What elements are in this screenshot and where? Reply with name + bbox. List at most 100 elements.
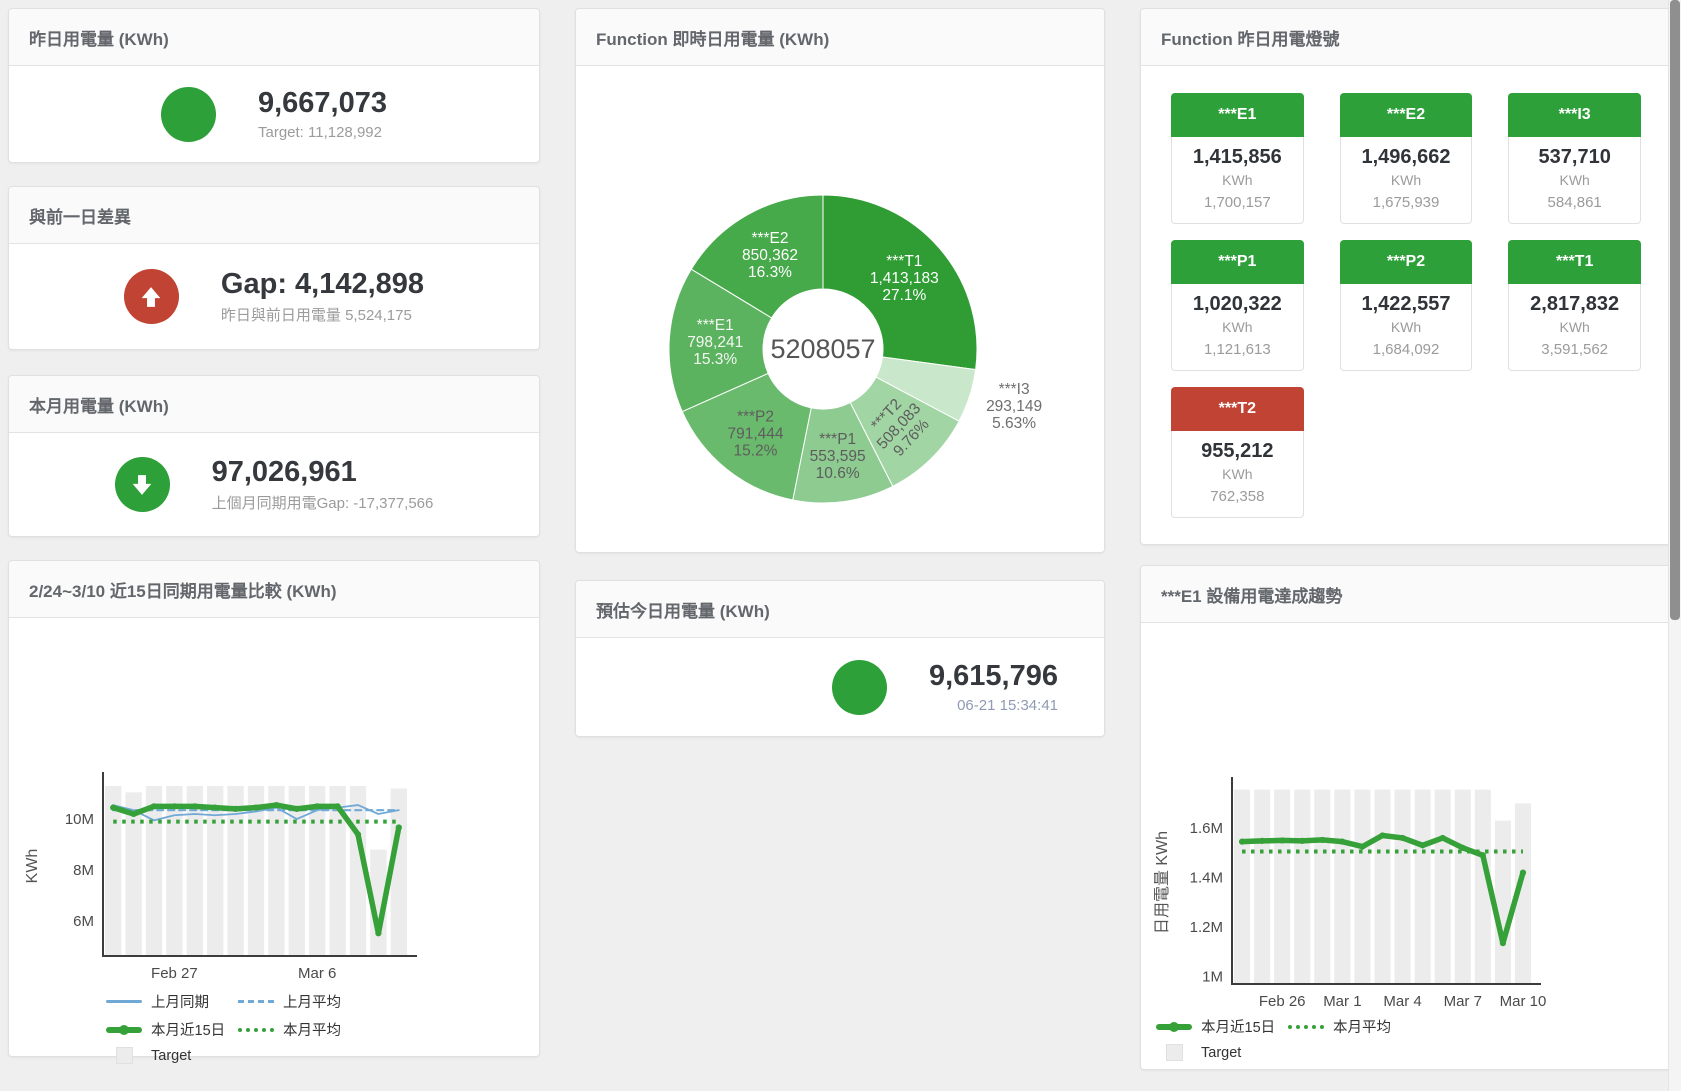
tile-header: ***E2 bbox=[1340, 93, 1473, 137]
y-tick-label: 10M bbox=[65, 811, 94, 828]
x-tick-label: Mar 1 bbox=[1323, 993, 1361, 1010]
series-point bbox=[1500, 940, 1506, 946]
status-tile-P2: ***P21,422,557KWh1,684,092 bbox=[1340, 240, 1473, 371]
legend-label: 上月同期 bbox=[151, 991, 209, 1012]
panel-title: 2/24~3/10 近15日同期用電量比較 (KWh) bbox=[29, 577, 337, 602]
legend-item-dotted[interactable]: 本月平均 bbox=[1287, 1016, 1419, 1037]
legend-label: 上月平均 bbox=[283, 991, 341, 1012]
series-point bbox=[1279, 837, 1285, 843]
series-point bbox=[335, 803, 341, 809]
target-bar bbox=[1314, 790, 1330, 984]
tile-body: 955,212KWh762,358 bbox=[1171, 431, 1304, 518]
series-point bbox=[294, 806, 300, 812]
y-axis-title: KWh bbox=[24, 849, 41, 884]
arrow-down-icon bbox=[128, 471, 156, 499]
panel-compare-chart: 2/24~3/10 近15日同期用電量比較 (KWh) 6M8M10MKWhFe… bbox=[8, 560, 540, 1057]
status-tile-I3: ***I3537,710KWh584,861 bbox=[1508, 93, 1641, 224]
target-bar bbox=[187, 786, 203, 956]
y-tick-label: 1.4M bbox=[1190, 870, 1223, 887]
target-bar bbox=[1495, 821, 1511, 984]
tile-unit: KWh bbox=[1341, 319, 1472, 335]
series-point bbox=[1520, 869, 1526, 875]
tile-header: ***E1 bbox=[1171, 93, 1304, 137]
x-tick-label: Feb 26 bbox=[1259, 993, 1306, 1010]
target-bar bbox=[1455, 790, 1471, 984]
tile-header: ***P2 bbox=[1340, 240, 1473, 284]
day-gap-subtitle: 昨日與前日用電量 5,524,175 bbox=[221, 304, 424, 325]
legend-swatch-thick-icon bbox=[1155, 1024, 1193, 1030]
tile-unit: KWh bbox=[1509, 319, 1640, 335]
target-bar bbox=[166, 786, 182, 956]
legend-row: Target bbox=[105, 1047, 539, 1064]
legend-row: Target bbox=[1155, 1044, 1671, 1061]
x-tick-label: Feb 27 bbox=[151, 965, 198, 982]
compare-chart-legend: 上月同期 上月平均本月近15日本月平均 Target bbox=[105, 991, 539, 1064]
series-point bbox=[1339, 839, 1345, 845]
series-point bbox=[375, 930, 381, 936]
estimate-value: 9,615,796 bbox=[929, 660, 1058, 693]
status-tile-E1: ***E11,415,856KWh1,700,157 bbox=[1171, 93, 1304, 224]
tile-body: 537,710 KWh 584,861 bbox=[1508, 137, 1641, 224]
series-point bbox=[1460, 845, 1466, 851]
donut-center-total: 5208057 bbox=[770, 334, 875, 364]
legend-item-dotted[interactable]: 本月平均 bbox=[237, 1019, 369, 1040]
tile-body: 1,422,557KWh1,684,092 bbox=[1340, 284, 1473, 371]
target-bar bbox=[1294, 790, 1310, 984]
page-scrollbar-track[interactable] bbox=[1668, 0, 1681, 1091]
legend-item-thick[interactable]: 本月近15日 bbox=[105, 1019, 237, 1040]
panel-header: 與前一日差異 bbox=[9, 187, 539, 244]
tile-body: 1,415,856KWh1,700,157 bbox=[1171, 137, 1304, 224]
series-point bbox=[1259, 838, 1265, 844]
target-bar bbox=[1395, 790, 1411, 984]
legend-item-box[interactable]: Target bbox=[1155, 1044, 1287, 1061]
series-point bbox=[355, 831, 361, 837]
legend-item-dashed[interactable]: 上月平均 bbox=[237, 991, 369, 1012]
tile-value: 537,710 bbox=[1509, 146, 1640, 169]
status-tile-E2: ***E21,496,662KWh1,675,939 bbox=[1340, 93, 1473, 224]
tile-target-value: 1,121,613 bbox=[1172, 341, 1303, 358]
legend-label: Target bbox=[151, 1048, 191, 1064]
panel-header: 昨日用電量 (KWh) bbox=[9, 9, 539, 66]
series-point bbox=[1319, 837, 1325, 843]
tile-unit: KWh bbox=[1509, 172, 1640, 188]
series-point bbox=[253, 805, 259, 811]
yesterday-usage-value: 9,667,073 bbox=[258, 87, 387, 120]
y-tick-label: 1.6M bbox=[1190, 820, 1223, 837]
tile-unit: KWh bbox=[1341, 172, 1472, 188]
e1-trend-chart: 1M1.2M1.4M1.6M日用電量 KWhFeb 26Mar 1Mar 4Ma… bbox=[1141, 623, 1669, 1011]
panel-title: 預估今日用電量 (KWh) bbox=[596, 597, 770, 622]
target-bar bbox=[1415, 790, 1431, 984]
series-point bbox=[1399, 835, 1405, 841]
tile-unit: KWh bbox=[1172, 172, 1303, 188]
legend-item-solid[interactable]: 上月同期 bbox=[105, 991, 237, 1012]
panel-status-lights: Function 昨日用電燈號 ***E11,415,856KWh1,700,1… bbox=[1140, 8, 1672, 545]
panel-title: 與前一日差異 bbox=[29, 203, 131, 228]
day-gap-value: Gap: 4,142,898 bbox=[221, 268, 424, 301]
panel-header: 本月用電量 (KWh) bbox=[9, 376, 539, 433]
y-axis-title: 日用電量 KWh bbox=[1154, 831, 1171, 934]
y-tick-label: 6M bbox=[73, 913, 94, 930]
tile-body: 2,817,832KWh3,591,562 bbox=[1508, 284, 1641, 371]
status-circle-green bbox=[115, 457, 170, 512]
month-usage-value: 97,026,961 bbox=[212, 456, 434, 489]
tile-unit: KWh bbox=[1172, 319, 1303, 335]
tile-body: 1,020,322KWh1,121,613 bbox=[1171, 284, 1304, 371]
energy-dashboard: 昨日用電量 (KWh) 9,667,073 Target: 11,128,992… bbox=[0, 0, 1681, 1091]
target-bar bbox=[1334, 790, 1350, 984]
panel-header: 2/24~3/10 近15日同期用電量比較 (KWh) bbox=[9, 561, 539, 618]
legend-item-thick[interactable]: 本月近15日 bbox=[1155, 1016, 1287, 1037]
page-scrollbar-thumb[interactable] bbox=[1670, 0, 1680, 620]
legend-row: 上月同期 上月平均 bbox=[105, 991, 539, 1012]
series-point bbox=[1359, 844, 1365, 850]
legend-item-box[interactable]: Target bbox=[105, 1047, 237, 1064]
tile-target-value: 584,861 bbox=[1509, 194, 1640, 211]
y-tick-label: 1.2M bbox=[1190, 919, 1223, 936]
tile-value: 2,817,832 bbox=[1509, 293, 1640, 316]
status-tiles-grid: ***E11,415,856KWh1,700,157 ***E21,496,662… bbox=[1141, 66, 1671, 545]
series-point bbox=[396, 824, 402, 830]
legend-label: 本月近15日 bbox=[1201, 1016, 1275, 1037]
panel-day-gap: 與前一日差異 Gap: 4,142,898 昨日與前日用電量 5,524,175 bbox=[8, 186, 540, 350]
panel-month-usage: 本月用電量 (KWh) 97,026,961 上個月同期用電Gap: -17,3… bbox=[8, 375, 540, 537]
status-tile-P1: ***P11,020,322KWh1,121,613 bbox=[1171, 240, 1304, 371]
y-tick-label: 1M bbox=[1202, 969, 1223, 986]
